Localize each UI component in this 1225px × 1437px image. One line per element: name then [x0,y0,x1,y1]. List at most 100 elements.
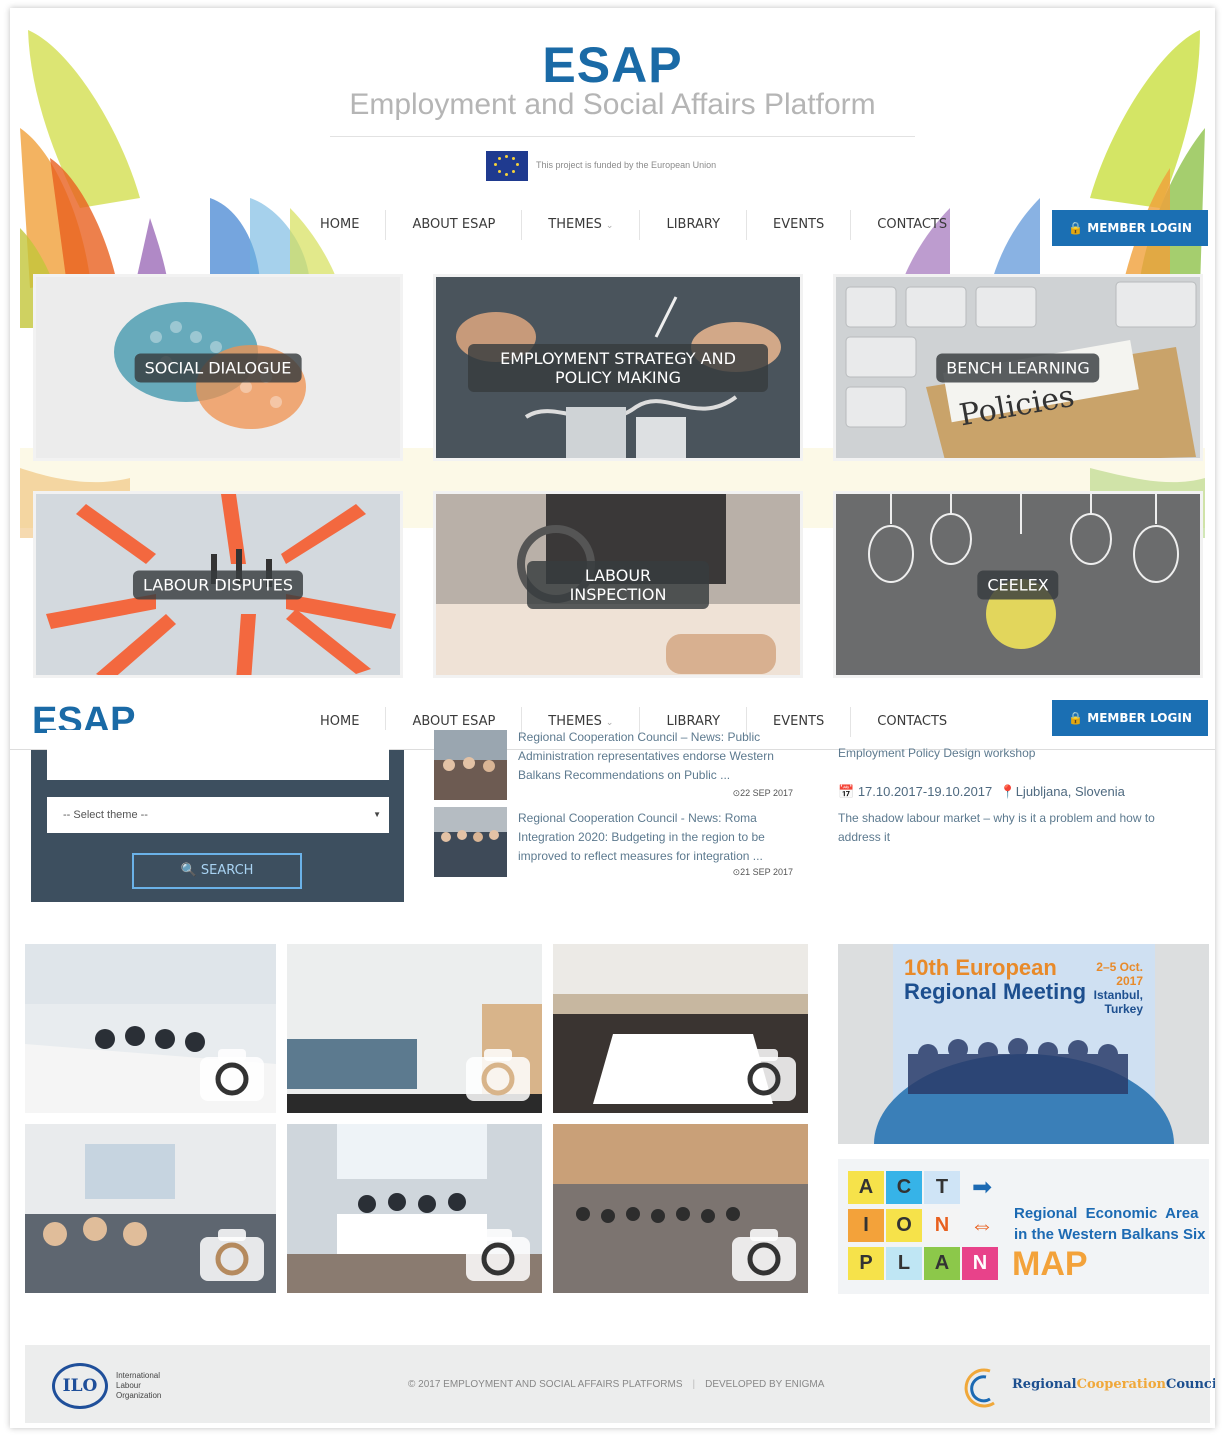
search-icon: 🔍 [180,863,197,878]
gallery-photo[interactable] [553,1124,808,1293]
action-plan-line1: Regional Economic Area [1014,1205,1199,1222]
search-button-label: SEARCH [200,863,254,878]
ilo-emblem-icon: ILO [52,1363,108,1409]
meeting-city: Istanbul, [1093,988,1143,1002]
camera-icon [730,1047,798,1103]
gallery-photo[interactable] [553,944,808,1113]
ilo-name: International Labour Organization [116,1371,161,1401]
event-item[interactable]: 📅 17.10.2017-19.10.2017 📍Ljubljana, Slov… [838,784,1198,847]
letter-tile: A [848,1171,884,1204]
rcc-name: RegionalCooperationCouncil [1012,1377,1215,1392]
ilo-emblem-text: ILO [62,1376,98,1396]
lock-icon: 🔒 [1068,221,1084,235]
nav-themes[interactable]: THEMES ⌄ [522,210,641,240]
meeting-details: 2–5 Oct. 2017 Istanbul, Turkey [1068,960,1143,1016]
rcc-emblem-icon [964,1368,995,1408]
action-plan-banner[interactable]: A C T ➡ I O N ⇔ P L A N Regional Economi… [838,1159,1209,1294]
nav-contacts[interactable]: CONTACTS [851,210,973,240]
camera-icon [198,1047,266,1103]
nav-contacts[interactable]: CONTACTS [851,707,973,737]
ilo-line: Labour [116,1381,141,1390]
theme-label: LABOUR INSPECTION [527,560,709,609]
letter-tile: L [886,1247,922,1280]
news-date-text: 21 SEP 2017 [740,867,793,877]
theme-tile-ceelex[interactable]: CEELEX [833,491,1203,678]
lock-icon: 🔒 [1068,711,1084,725]
theme-label: EMPLOYMENT STRATEGY AND POLICY MAKING [468,343,768,392]
footer-copyright: © 2017 EMPLOYMENT AND SOCIAL AFFAIRS PLA… [408,1379,824,1390]
footer: ILO International Labour Organization © … [25,1345,1215,1423]
event-title: Employment Policy Design workshop [838,746,1036,760]
library-search-panel: -- Select theme -- ▼ 🔍 SEARCH [31,730,404,902]
letter-tile: T [924,1171,960,1204]
theme-tile-labour-disputes[interactable]: LABOUR DISPUTES [33,491,403,678]
letter-tile: I [848,1209,884,1242]
theme-label: LABOUR DISPUTES [132,570,304,599]
nav-about[interactable]: ABOUT ESAP [386,210,523,240]
regional-meeting-banner[interactable]: 10th European Regional Meeting 2–5 Oct. … [838,944,1209,1234]
news-date: ⊙22 SEP 2017 [733,788,793,799]
theme-label: SOCIAL DIALOGUE [134,353,302,382]
arrow-left-right-icon: ⇔ [970,1212,994,1239]
member-login-button[interactable]: 🔒 MEMBER LOGIN [1052,210,1208,246]
nav-home[interactable]: HOME [294,210,387,240]
meeting-title: 10th European Regional Meeting [904,956,1086,1004]
developer-credit[interactable]: DEVELOPED BY ENIGMA [705,1379,824,1390]
page: ESAP Employment and Social Affairs Platf… [10,8,1215,1428]
rcc-word: Regional [1012,1377,1077,1392]
meeting-line2: Regional Meeting [904,979,1087,1004]
news-headline: Regional Cooperation Council - News: Rom… [518,811,765,863]
event-item[interactable]: Employment Policy Design workshop [838,746,1198,760]
member-login-label: MEMBER LOGIN [1087,221,1192,235]
clock-icon: ⊙ [732,788,741,798]
camera-icon [464,1227,532,1283]
member-login-label: MEMBER LOGIN [1087,711,1192,725]
theme-tile-social-dialogue[interactable]: SOCIAL DIALOGUE [33,274,403,461]
theme-select[interactable]: -- Select theme -- ▼ [47,797,389,833]
news-headline: Regional Cooperation Council – News: Pub… [518,730,774,782]
caret-down-icon: ▼ [373,810,381,819]
search-input[interactable] [47,730,389,780]
gallery-photo[interactable] [287,1124,542,1293]
news-item[interactable]: Regional Cooperation Council - News: Rom… [434,807,793,887]
map-marker-icon: 📍 [999,784,1016,799]
letter-tile: C [886,1171,922,1204]
news-thumbnail [434,807,507,877]
event-meta: 📅 17.10.2017-19.10.2017 📍Ljubljana, Slov… [838,784,1198,800]
site-title[interactable]: ESAP [10,36,1215,94]
theme-tile-bench-learning[interactable]: Policies BENCH LEARNING [833,274,1203,461]
news-date: ⊙21 SEP 2017 [733,867,793,878]
arrow-right-icon: ➡ [971,1174,993,1201]
letter-tile: P [848,1247,884,1280]
gallery-photo[interactable] [25,944,276,1113]
theme-tile-employment-strategy[interactable]: EMPLOYMENT STRATEGY AND POLICY MAKING [433,274,803,461]
eu-flag-icon [486,151,528,181]
letter-tile: N [924,1209,960,1242]
gallery-photo[interactable] [25,1124,276,1293]
ilo-logo[interactable]: ILO International Labour Organization [52,1363,192,1411]
search-button[interactable]: 🔍 SEARCH [132,853,302,889]
nav-themes-label: THEMES [548,217,602,232]
camera-icon [198,1227,266,1283]
action-plan-line2: in the Western Balkans Six [1014,1226,1206,1243]
eu-funding-note: This project is funded by the European U… [536,160,717,170]
gallery-photo[interactable] [287,944,542,1113]
copyright-text: © 2017 EMPLOYMENT AND SOCIAL AFFAIRS PLA… [408,1379,683,1390]
rcc-word: Council [1165,1377,1215,1392]
event-dates: 17.10.2017-19.10.2017 [857,784,993,799]
theme-select-value: -- Select theme -- [63,809,148,821]
ilo-line: Organization [116,1391,162,1400]
rcc-logo[interactable]: RegionalCooperationCouncil [960,1365,1215,1409]
news-item[interactable]: Regional Cooperation Council – News: Pub… [434,718,793,800]
event-title: The shadow labour market – why is it a p… [838,811,1155,844]
member-login-button[interactable]: 🔒 MEMBER LOGIN [1052,700,1208,736]
nav-library[interactable]: LIBRARY [640,210,748,240]
event-location: Ljubljana, Slovenia [1015,784,1125,799]
clock-icon: ⊙ [732,867,741,877]
theme-tile-labour-inspection[interactable]: LABOUR INSPECTION [433,491,803,678]
action-plan-grid: A C T ➡ I O N ⇔ P L A N [848,1171,1014,1283]
meeting-date: 2–5 Oct. 2017 [1096,960,1143,988]
footer-separator: | [692,1379,696,1390]
meeting-line1: 10th European [904,955,1057,980]
nav-events[interactable]: EVENTS [747,210,852,240]
